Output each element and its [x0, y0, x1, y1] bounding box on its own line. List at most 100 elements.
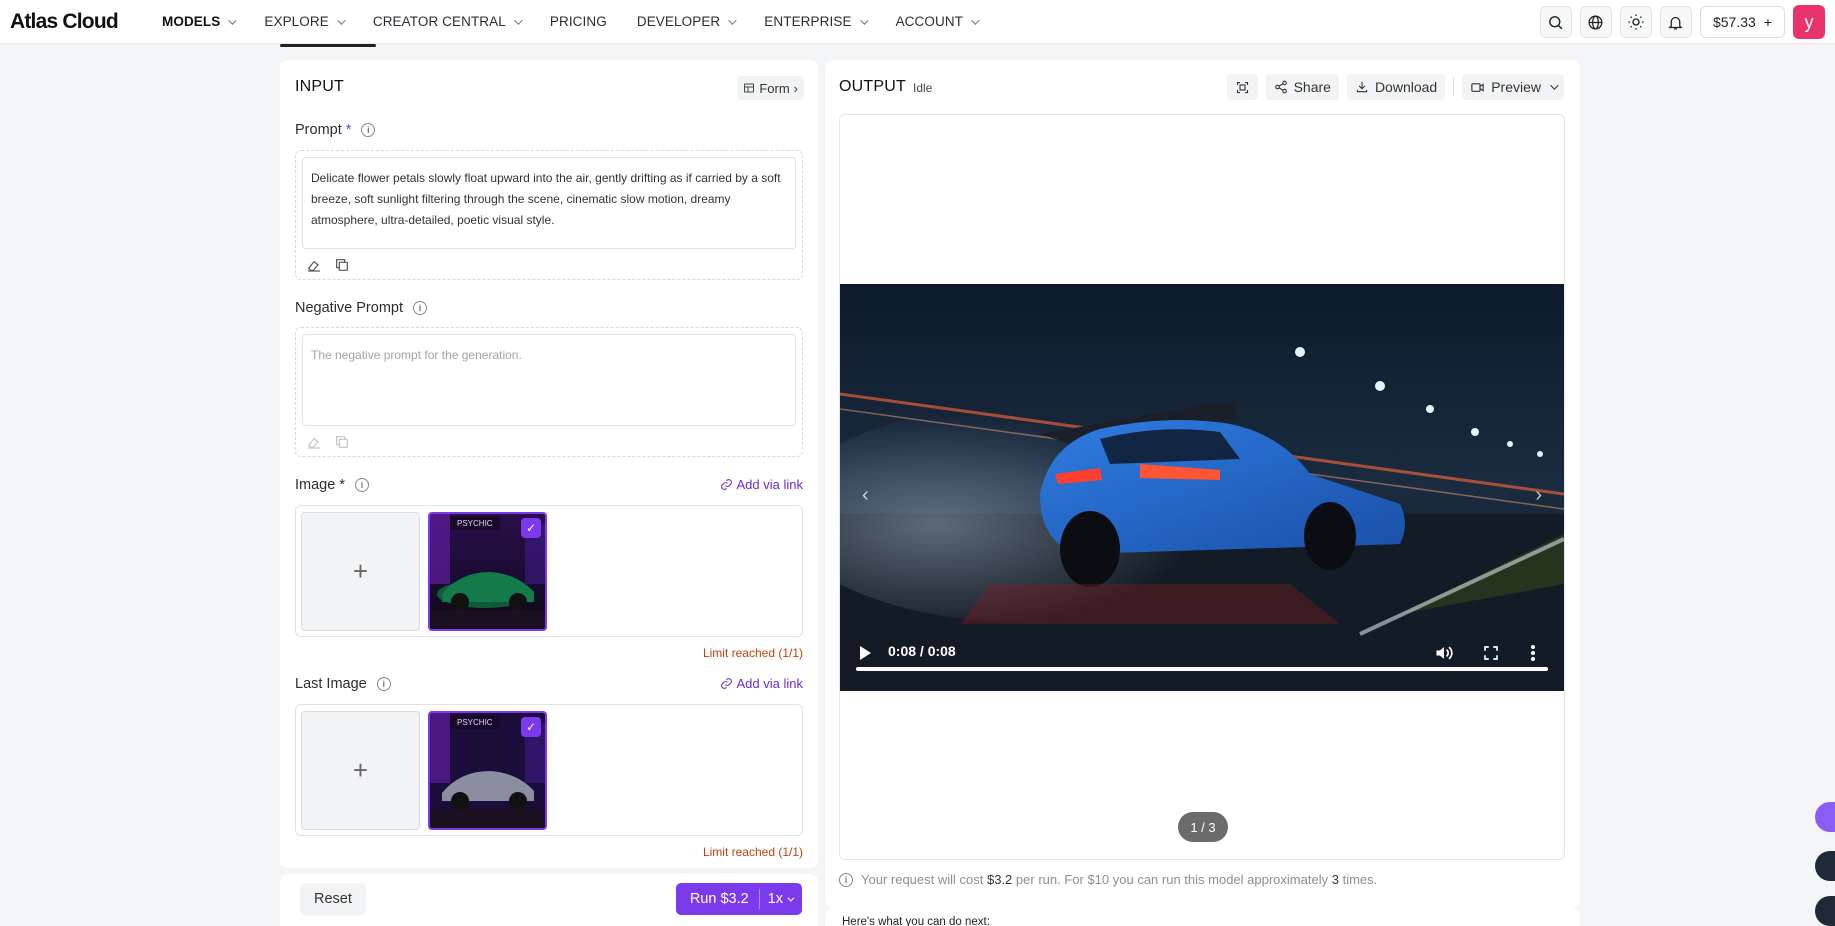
prompt-tools	[306, 257, 350, 273]
next-steps-card: Here's what you can do next:	[825, 908, 1580, 926]
next-arrow-icon[interactable]: ›	[1535, 484, 1542, 507]
feedback-widget-button[interactable]	[1815, 896, 1835, 926]
chevron-down-icon	[971, 15, 980, 25]
video-icon	[1471, 82, 1484, 92]
nav-explore[interactable]: EXPLORE	[264, 14, 346, 29]
fullscreen-icon[interactable]	[1482, 644, 1500, 662]
avatar[interactable]: y	[1793, 5, 1825, 39]
support-widget-button[interactable]	[1815, 851, 1835, 881]
image-upload-button[interactable]: +	[301, 512, 420, 631]
selected-check-icon: ✓	[521, 717, 541, 737]
input-title: INPUT	[295, 78, 344, 95]
cost-prefix: Your request will cost	[861, 872, 984, 887]
prev-arrow-icon[interactable]: ‹	[862, 484, 869, 507]
download-button[interactable]: Download	[1346, 74, 1446, 100]
last-image-add-via-link[interactable]: Add via link	[720, 676, 803, 691]
share-button[interactable]: Share	[1265, 74, 1339, 100]
chevron-down-icon	[337, 15, 346, 25]
preview-select-label: Preview	[1491, 79, 1541, 95]
download-icon	[1356, 81, 1368, 93]
cost-mid: per run. For $10 you can run this model …	[1015, 872, 1329, 887]
info-icon: i	[839, 872, 853, 887]
run-button[interactable]: Run $3.2 1x	[675, 883, 802, 915]
info-icon[interactable]: i	[413, 301, 427, 315]
nav-developer-label: DEVELOPER	[636, 14, 721, 29]
video-progress-bar[interactable]	[856, 667, 1548, 671]
image-limit-text: Limit reached (1/1)	[702, 646, 803, 660]
info-icon[interactable]: i	[361, 123, 376, 137]
plus-icon: +	[352, 556, 369, 586]
selected-check-icon: ✓	[521, 518, 541, 538]
notifications-button[interactable]	[1659, 6, 1692, 38]
chevron-right-icon: ›	[793, 80, 798, 96]
negative-prompt-label-text: Negative Prompt	[295, 300, 403, 316]
image-add-via-link[interactable]: Add via link	[720, 477, 803, 492]
negative-prompt-field-box: The negative prompt for the generation.	[295, 327, 803, 457]
eraser-icon[interactable]	[306, 434, 322, 450]
nav-enterprise[interactable]: ENTERPRISE	[764, 14, 869, 29]
fullscreen-button[interactable]	[1226, 74, 1258, 100]
output-title: OUTPUT	[839, 78, 906, 95]
image-label: Image * i	[295, 477, 369, 493]
chevron-down-icon	[787, 894, 795, 902]
cost-suffix: times.	[1342, 872, 1378, 887]
copy-icon[interactable]	[334, 257, 350, 273]
negative-prompt-textarea[interactable]: The negative prompt for the generation.	[302, 334, 796, 426]
eraser-icon[interactable]	[306, 257, 322, 273]
last-image-upload-area: + PSYCHIC ✓	[295, 704, 803, 836]
next-steps-title: Here's what you can do next:	[842, 916, 990, 926]
table-icon	[744, 83, 755, 93]
nav-enterprise-label: ENTERPRISE	[764, 14, 852, 29]
active-tab-indicator	[280, 44, 376, 47]
logo[interactable]: Atlas Cloud	[10, 10, 152, 34]
search-button[interactable]	[1539, 6, 1572, 38]
image-label-text: Image	[295, 477, 336, 493]
run-multiplier-select[interactable]: 1x	[760, 891, 802, 907]
nav-models[interactable]: MODELS	[162, 14, 238, 29]
balance-amount: $57.33	[1712, 14, 1756, 30]
thumbnail-sign-text: PSYCHIC	[457, 718, 493, 727]
video-player[interactable]: ‹ › 0:08 / 0:08	[840, 284, 1564, 691]
run-button-label[interactable]: Run $3.2	[676, 889, 760, 909]
plus-icon: +	[352, 755, 369, 785]
volume-icon[interactable]	[1434, 643, 1454, 663]
preview-select[interactable]: Preview	[1462, 74, 1564, 100]
chevron-down-icon	[728, 15, 737, 25]
expand-icon	[1236, 81, 1248, 93]
input-panel: INPUT Form › Prompt * i Delicate flower …	[280, 60, 818, 868]
more-options-icon[interactable]	[1530, 644, 1536, 662]
search-icon	[1549, 15, 1563, 29]
download-button-label: Download	[1374, 79, 1438, 95]
nav-pricing-label: PRICING	[549, 14, 607, 29]
video-time: 0:08 / 0:08	[888, 643, 956, 659]
nav-models-label: MODELS	[162, 14, 221, 29]
output-pager[interactable]: 1 / 3	[1178, 812, 1228, 842]
prompt-label-text: Prompt	[295, 122, 342, 138]
copy-icon[interactable]	[334, 434, 350, 450]
output-panel: OUTPUT Idle Share Download Preview ‹ › 0…	[825, 60, 1580, 908]
balance-button[interactable]: $57.33 +	[1699, 6, 1785, 38]
play-icon[interactable]	[858, 645, 872, 661]
action-bar: Reset Run $3.2 1x	[280, 874, 818, 926]
theme-toggle-button[interactable]	[1619, 6, 1652, 38]
info-icon[interactable]: i	[376, 677, 391, 691]
prompt-textarea[interactable]: Delicate flower petals slowly float upwa…	[302, 157, 796, 249]
nav-creator-central[interactable]: CREATOR CENTRAL	[373, 14, 523, 29]
image-add-via-link-label: Add via link	[736, 477, 803, 492]
image-thumbnail[interactable]: PSYCHIC ✓	[428, 512, 547, 631]
nav-developer[interactable]: DEVELOPER	[636, 14, 737, 29]
output-viewer: ‹ › 0:08 / 0:08 1 / 3	[839, 114, 1565, 860]
nav-pricing[interactable]: PRICING	[550, 14, 607, 29]
reset-button[interactable]: Reset	[300, 883, 366, 915]
info-icon[interactable]: i	[354, 478, 369, 492]
last-image-upload-button[interactable]: +	[301, 711, 420, 830]
form-view-button[interactable]: Form ›	[737, 76, 804, 100]
chat-widget-button[interactable]	[1815, 802, 1835, 832]
nav-account[interactable]: ACCOUNT	[896, 14, 980, 29]
negative-prompt-label: Negative Prompt i	[295, 300, 427, 316]
toolbar-divider	[1453, 78, 1455, 96]
chevron-down-icon	[228, 15, 238, 25]
language-button[interactable]	[1579, 6, 1612, 38]
required-marker: *	[345, 122, 352, 138]
last-image-thumbnail[interactable]: PSYCHIC ✓	[428, 711, 547, 830]
